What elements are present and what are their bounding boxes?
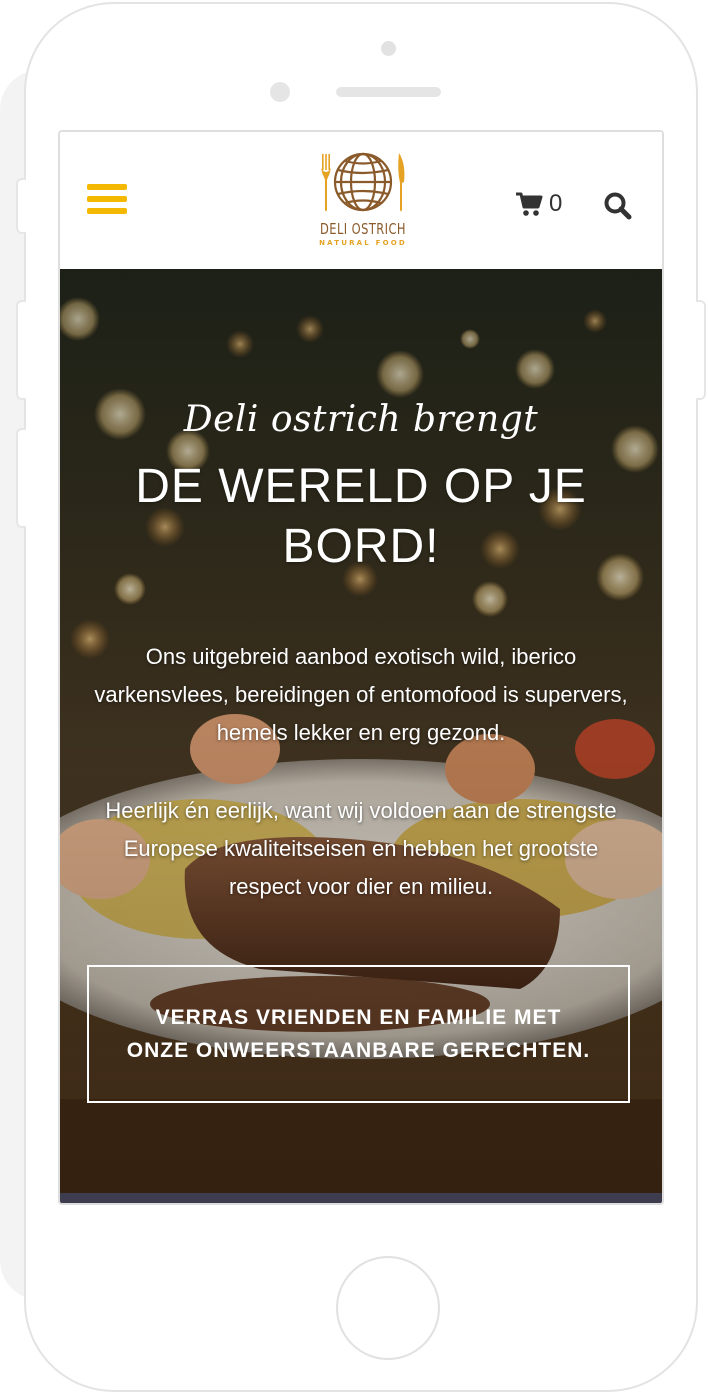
hero-intro-paragraph: Ons uitgebreid aanbod exotisch wild, ibe…: [94, 644, 628, 745]
hamburger-menu-icon[interactable]: [87, 184, 127, 218]
volume-down-button: [16, 428, 26, 528]
proximity-sensor: [270, 82, 290, 102]
hero-title: DE WERELD OP JE BORD!: [135, 460, 587, 573]
site-header: DELI OSTRICH NATURAL FOOD 0: [60, 132, 662, 269]
cta-button[interactable]: VERRAS VRIENDEN EN FAMILIE MET ONZE ONWE…: [87, 965, 630, 1103]
search-button[interactable]: [603, 191, 633, 221]
globe-cutlery-logo-icon: [321, 152, 405, 212]
shopping-cart-icon: [516, 192, 543, 216]
logo-tagline: NATURAL FOOD: [319, 239, 407, 247]
home-button[interactable]: [336, 1256, 440, 1360]
hero-section: Deli ostrich brengt DE WERELD OP JE BORD…: [60, 269, 662, 1193]
hero-script-heading: Deli ostrich brengt: [183, 399, 539, 440]
volume-up-button: [16, 300, 26, 400]
phone-screen: DELI OSTRICH NATURAL FOOD 0 Deli ostrich…: [58, 130, 664, 1205]
cta-label: VERRAS VRIENDEN EN FAMILIE MET ONZE ONWE…: [126, 1006, 591, 1062]
hero-quality-paragraph: Heerlijk én eerlijk, want wij voldoen aa…: [105, 798, 617, 899]
earpiece-speaker: [336, 87, 441, 97]
front-camera: [381, 41, 396, 56]
cart-count: 0: [549, 190, 563, 217]
cart-button[interactable]: 0: [515, 189, 562, 219]
search-icon: [604, 192, 632, 220]
power-button: [696, 300, 706, 400]
footer-strip: [60, 1193, 662, 1203]
mute-switch: [16, 178, 26, 234]
logo-name: DELI OSTRICH: [320, 220, 406, 238]
site-logo[interactable]: DELI OSTRICH NATURAL FOOD: [308, 150, 418, 260]
